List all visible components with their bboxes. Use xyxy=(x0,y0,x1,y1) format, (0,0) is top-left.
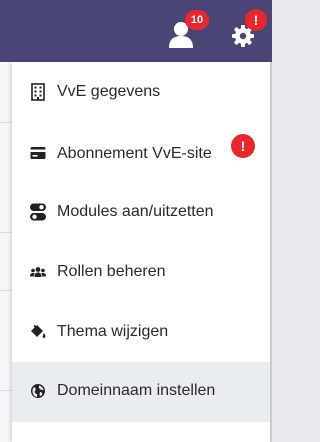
notification-count-badge: 10 xyxy=(185,10,209,30)
background-page-edge xyxy=(270,62,272,442)
menu-item-modules[interactable]: Modules aan/uitzetten xyxy=(12,182,270,242)
background-page xyxy=(0,62,12,442)
settings-alert-badge: ! xyxy=(245,9,267,31)
credit-card-icon xyxy=(29,144,47,162)
building-icon xyxy=(29,83,47,101)
menu-item-label: Abonnement VvE-site xyxy=(57,145,212,162)
top-navigation-bar: 10 ! xyxy=(0,0,272,62)
settings-dropdown-menu: VvE gegevens Abonnement VvE-site ! Modul… xyxy=(12,62,270,442)
subscription-alert-badge: ! xyxy=(231,134,255,158)
globe-icon xyxy=(29,382,47,400)
menu-item-label: VvE gegevens xyxy=(57,83,161,100)
paint-bucket-icon xyxy=(29,323,47,341)
menu-item-label: Rollen beheren xyxy=(57,263,166,280)
menu-item-abonnement[interactable]: Abonnement VvE-site ! xyxy=(12,122,270,182)
menu-item-label: Modules aan/uitzetten xyxy=(57,203,214,220)
menu-item-domeinnaam[interactable]: Domeinnaam instellen xyxy=(12,362,270,422)
menu-item-label: Domeinnaam instellen xyxy=(57,382,216,399)
menu-item-thema[interactable]: Thema wijzigen xyxy=(12,302,270,362)
menu-item-rollen[interactable]: Rollen beheren xyxy=(12,242,270,302)
toggle-icon xyxy=(29,203,47,221)
menu-item-vve-gegevens[interactable]: VvE gegevens xyxy=(12,62,270,122)
users-icon xyxy=(29,263,47,281)
menu-item-label: Thema wijzigen xyxy=(57,323,169,340)
